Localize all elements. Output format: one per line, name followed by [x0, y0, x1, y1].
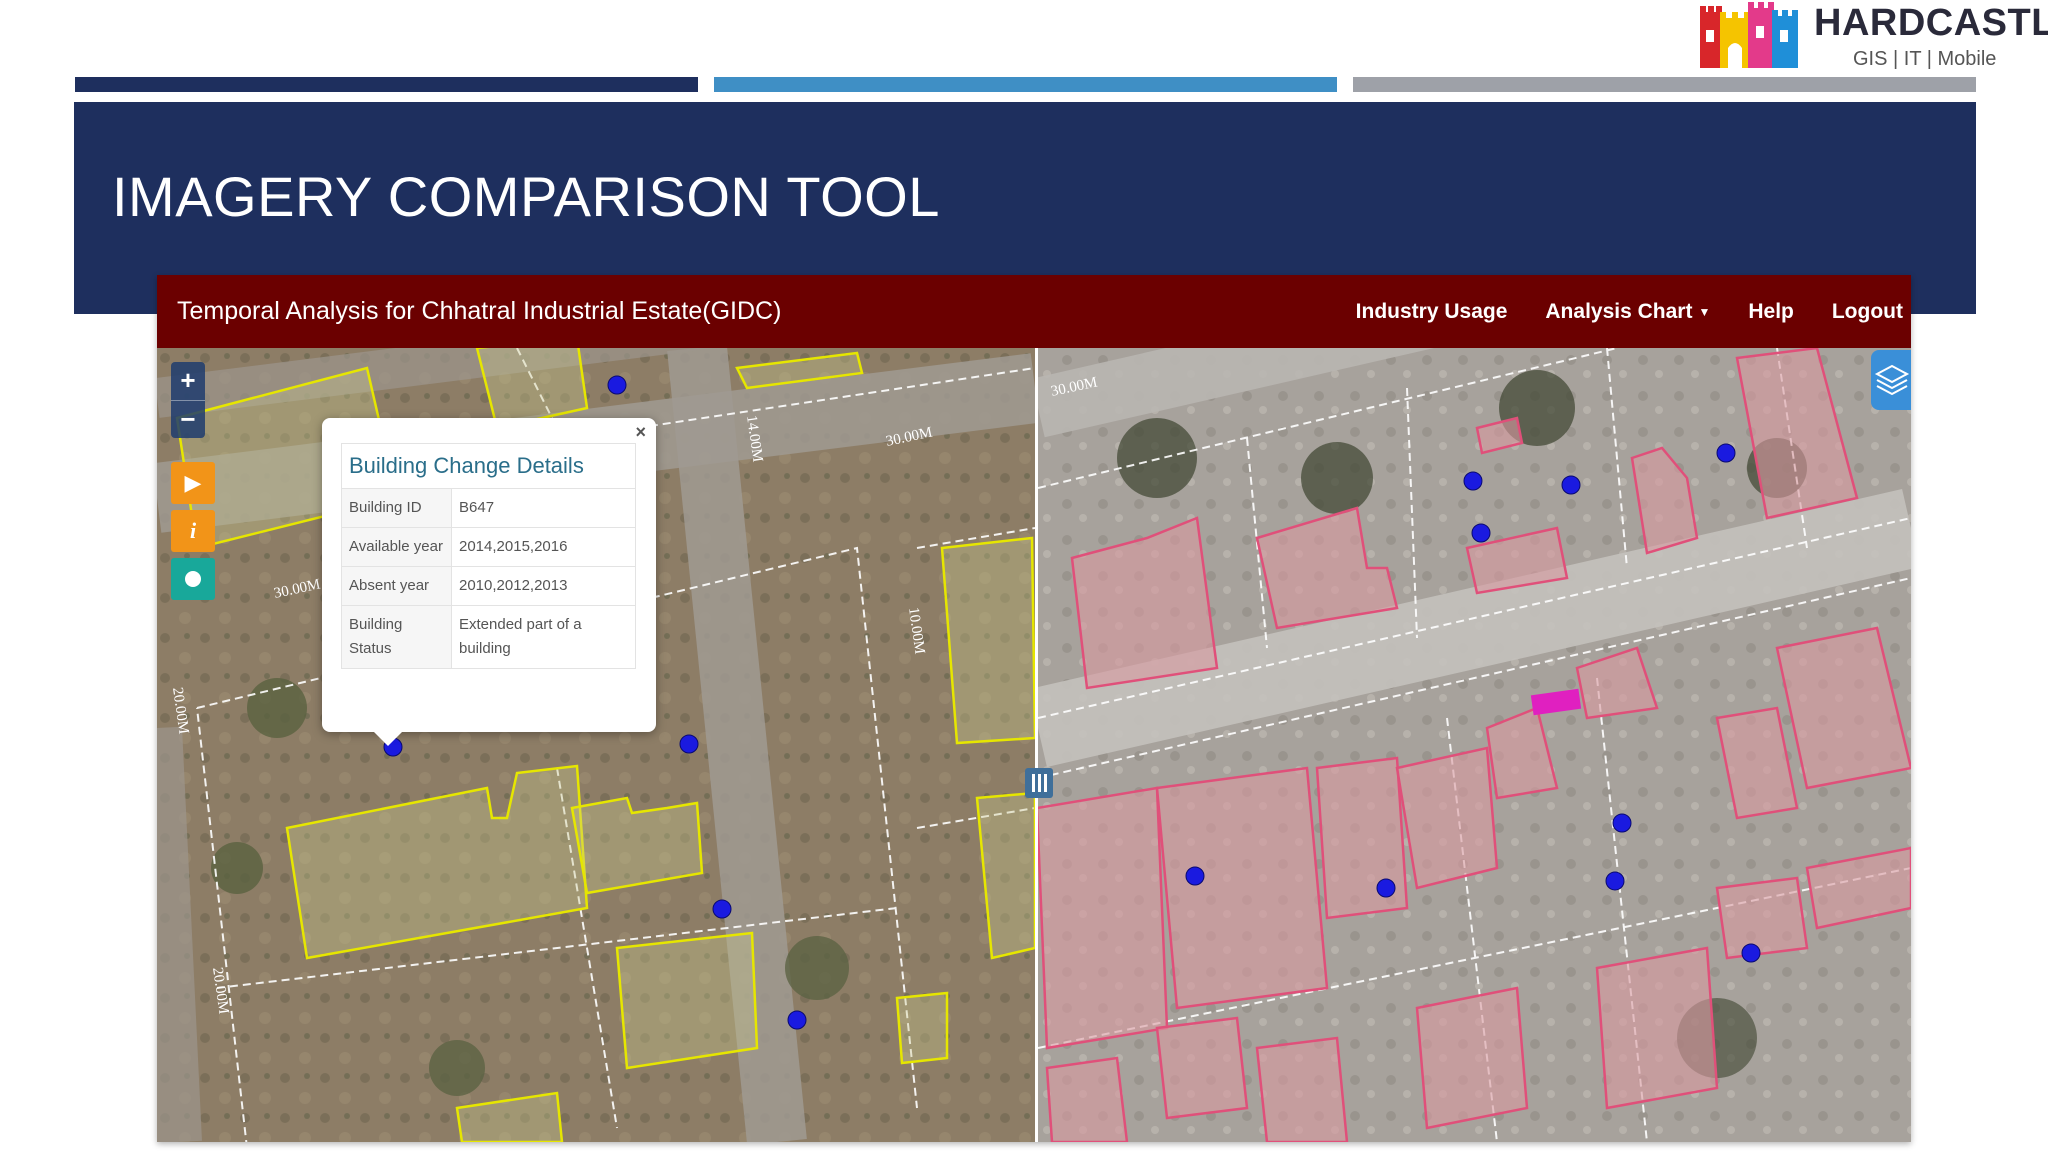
- map-marker: [1376, 878, 1396, 898]
- popup-header-row: Building Change Details: [341, 443, 636, 489]
- caret-down-icon: ▼: [1698, 304, 1711, 319]
- accent-stripe-grey: [1353, 77, 1976, 92]
- play-button[interactable]: ▶: [171, 462, 215, 504]
- map-area[interactable]: 30.00M 14.00M 30.00M 10.00M 20.00M 20.00…: [157, 348, 1911, 1142]
- table-row: Absent year 2010,2012,2013: [341, 566, 636, 606]
- zoom-control: + −: [171, 362, 205, 438]
- map-marker: [1463, 471, 1483, 491]
- map-marker: [1612, 813, 1632, 833]
- map-marker: [607, 375, 627, 395]
- table-row: Available year 2014,2015,2016: [341, 527, 636, 567]
- play-icon: ▶: [184, 470, 202, 495]
- map-marker: [1605, 871, 1625, 891]
- popup-table: Building Change Details Building ID B647…: [341, 443, 636, 669]
- map-marker: [1471, 523, 1491, 543]
- logo-tagline: GIS | IT | Mobile: [1853, 48, 1997, 70]
- table-row: Building ID B647: [341, 488, 636, 528]
- circle-button[interactable]: [171, 558, 215, 600]
- castle-logo-icon: [1700, 2, 1798, 68]
- hardcastle-logo: HARDCASTLE GIS | IT | Mobile: [1700, 0, 2048, 74]
- popup-key: Building ID: [341, 488, 452, 528]
- popup-title: Building Change Details: [341, 443, 636, 489]
- map-marker: [1741, 943, 1761, 963]
- layers-icon: [1874, 364, 1910, 396]
- slide-title: IMAGERY COMPARISON TOOL: [112, 165, 940, 228]
- zoom-in-button[interactable]: +: [171, 362, 205, 400]
- nav-analysis-chart-label: Analysis Chart: [1545, 299, 1693, 323]
- logo-name: HARDCASTLE: [1814, 2, 2048, 44]
- nav-logout[interactable]: Logout: [1832, 300, 1903, 324]
- popup-key: Available year: [341, 527, 452, 567]
- map-marker: [1561, 475, 1581, 495]
- app-window: Temporal Analysis for Chhatral Industria…: [157, 275, 1911, 1142]
- map-marker: [1185, 866, 1205, 886]
- right-imagery: 30.00M: [1038, 348, 1911, 1142]
- nav-industry-usage[interactable]: Industry Usage: [1356, 300, 1508, 324]
- nav-links: Industry Usage Analysis Chart ▼ Help Logo…: [1318, 275, 1903, 348]
- popup-key: Building Status: [341, 605, 452, 669]
- circle-icon: [185, 570, 201, 587]
- map-marker: [712, 899, 732, 919]
- popup-value: 2014,2015,2016: [451, 527, 636, 567]
- app-navbar: Temporal Analysis for Chhatral Industria…: [157, 275, 1911, 348]
- info-icon: i: [189, 518, 197, 543]
- swipe-divider: [1035, 348, 1038, 1142]
- close-icon[interactable]: ×: [635, 422, 646, 443]
- building-change-popup: × Building Change Details Building ID B6…: [322, 418, 656, 746]
- info-button[interactable]: i: [171, 510, 215, 552]
- popup-value: B647: [451, 488, 636, 528]
- nav-help[interactable]: Help: [1748, 300, 1794, 324]
- popup-value: Extended part of a building: [451, 605, 636, 669]
- popup-pointer: [374, 732, 402, 746]
- app-title: Temporal Analysis for Chhatral Industria…: [177, 297, 782, 325]
- layers-button[interactable]: [1871, 350, 1911, 410]
- popup-key: Absent year: [341, 566, 452, 606]
- map-marker: [787, 1010, 807, 1030]
- map-marker: [679, 734, 699, 754]
- table-row: Building Status Extended part of a build…: [341, 605, 636, 669]
- accent-stripe-blue: [714, 77, 1337, 92]
- nav-analysis-chart[interactable]: Analysis Chart ▼: [1545, 300, 1710, 324]
- swipe-handle[interactable]: [1025, 768, 1053, 798]
- zoom-out-button[interactable]: −: [171, 400, 205, 438]
- accent-stripe-dark: [75, 77, 698, 92]
- popup-value: 2010,2012,2013: [451, 566, 636, 606]
- map-marker: [1716, 443, 1736, 463]
